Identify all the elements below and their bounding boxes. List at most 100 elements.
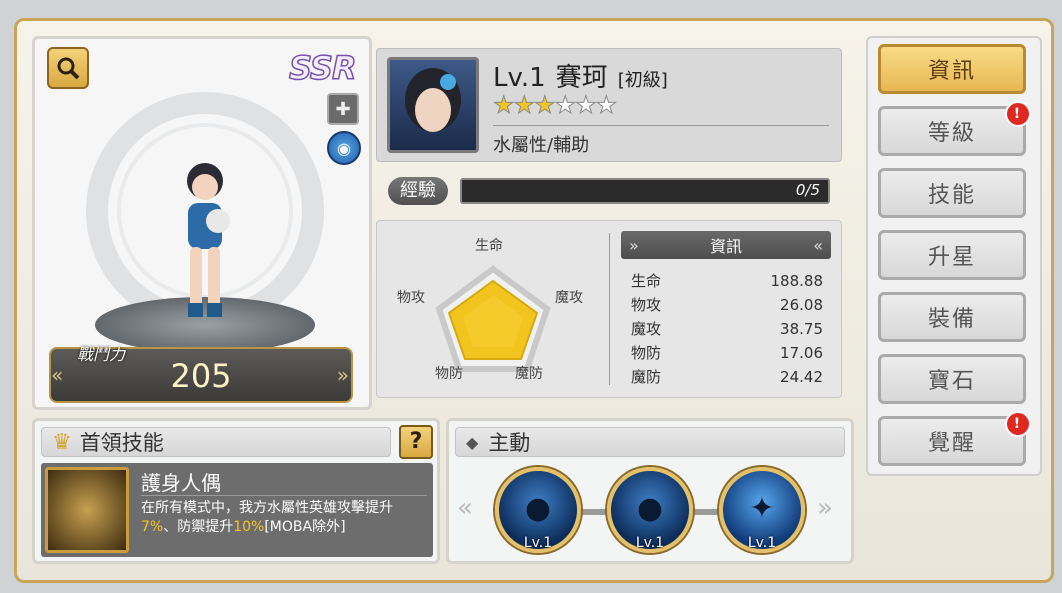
stats-list: 生命 188.88 物攻 26.08 魔攻 38.75 物防 17.06 魔防 24.42 bbox=[631, 269, 823, 389]
chevron-left-double-icon: « bbox=[813, 235, 823, 255]
leader-skill-pct-def: 10% bbox=[233, 519, 265, 535]
menu-button-label: 升星 bbox=[927, 245, 976, 270]
chevron-right-icon: » bbox=[336, 363, 349, 387]
menu-button-4[interactable]: 裝備 bbox=[878, 292, 1026, 342]
stat-value: 17.06 bbox=[780, 344, 823, 362]
active-skill-3-level: Lv.1 bbox=[747, 535, 777, 551]
radar-label-pdef: 物防 bbox=[435, 366, 463, 382]
stat-row: 物防 17.06 bbox=[631, 341, 823, 365]
stats-title: 資訊 bbox=[709, 237, 742, 256]
magnifier-icon bbox=[57, 57, 80, 80]
star-empty-icon: ★ bbox=[595, 91, 617, 119]
combat-power-bar: 戰鬥力 « 205 » bbox=[49, 345, 353, 403]
active-skill-panel: ◆ 主動 « ● Lv.1 ● Lv.1 ✦ Lv.1 » bbox=[446, 418, 854, 564]
stat-row: 生命 188.88 bbox=[631, 269, 823, 293]
stats-divider bbox=[609, 233, 610, 385]
stats-box: 生命 物攻 魔攻 物防 魔防 » 資訊 « 生命 188.88 物攻 26.08 魔攻 3… bbox=[376, 220, 842, 398]
zoom-button[interactable] bbox=[47, 47, 89, 89]
leader-skill-title: 首領技能 bbox=[79, 431, 164, 455]
star-filled-icon: ★ bbox=[513, 91, 535, 119]
hero-face-image bbox=[405, 68, 461, 132]
hero-attribute: 水屬性/輔助 bbox=[493, 135, 590, 156]
skill-scroll-left-icon[interactable]: « bbox=[457, 493, 473, 523]
leader-skill-panel: ♛ 首領技能 ? 護身人偶 在所有模式中，我方水屬性英雄攻擊提升 7%、防禦提升1… bbox=[32, 418, 440, 564]
radar-label-matk: 魔攻 bbox=[555, 290, 583, 306]
stat-value: 38.75 bbox=[780, 320, 823, 338]
diamond-icon: ◆ bbox=[466, 432, 479, 452]
menu-button-5[interactable]: 寶石 bbox=[878, 354, 1026, 404]
menu-button-label: 資訊 bbox=[927, 59, 976, 84]
star-rating: ★★★★★★ bbox=[493, 91, 618, 119]
active-skill-title: 主動 bbox=[488, 431, 531, 455]
active-skill-1-level: Lv.1 bbox=[523, 535, 553, 551]
sparkle-cat-icon: ✦ bbox=[749, 491, 775, 526]
leader-skill-pct-atk: 7% bbox=[141, 519, 164, 535]
stats-title-bar: » 資訊 « bbox=[621, 231, 831, 259]
active-skill-1[interactable]: ● Lv.1 bbox=[495, 467, 581, 553]
hero-level: Lv.1 bbox=[493, 63, 546, 93]
leader-skill-content: 護身人偶 在所有模式中，我方水屬性英雄攻擊提升 7%、防禦提升10%[MOBA除外… bbox=[41, 463, 433, 557]
active-skill-2-level: Lv.1 bbox=[635, 535, 665, 551]
water-element-icon: ◉ bbox=[327, 131, 361, 165]
leader-skill-name-underline bbox=[141, 495, 427, 496]
stat-row: 魔防 24.42 bbox=[631, 365, 823, 389]
hero-name: 賽珂 bbox=[555, 63, 608, 93]
leader-skill-icon[interactable] bbox=[45, 467, 129, 553]
stat-name: 魔攻 bbox=[631, 320, 662, 338]
menu-button-3[interactable]: 升星 bbox=[878, 230, 1026, 280]
active-skill-2[interactable]: ● Lv.1 bbox=[607, 467, 693, 553]
stat-name: 魔防 bbox=[631, 368, 662, 386]
exp-label: 經驗 bbox=[388, 177, 448, 205]
menu-button-6[interactable]: 覺醒! bbox=[878, 411, 1031, 466]
alert-badge-icon: ! bbox=[1005, 411, 1031, 437]
star-filled-icon: ★ bbox=[534, 91, 556, 119]
radar-label-mdef: 魔防 bbox=[515, 366, 543, 382]
menu-button-2[interactable]: 技能 bbox=[878, 168, 1026, 218]
menu-button-label: 裝備 bbox=[927, 307, 976, 332]
hero-grade: [初級] bbox=[617, 70, 668, 91]
cat-spirit-icon: ● bbox=[524, 491, 552, 526]
stat-value: 24.42 bbox=[780, 368, 823, 386]
leader-skill-header: ♛ 首領技能 bbox=[41, 427, 391, 457]
stat-name: 物防 bbox=[631, 344, 662, 362]
star-empty-icon: ★ bbox=[575, 91, 597, 119]
crown-icon: ♛ bbox=[52, 429, 72, 455]
exp-value: 0/5 bbox=[795, 181, 820, 199]
hero-header-card: Lv.1 賽珂 [初級] ★★★★★★ 水屬性/輔助 bbox=[376, 48, 842, 162]
exp-bar: 0/5 bbox=[460, 178, 830, 204]
radar-label-hp: 生命 bbox=[475, 238, 503, 254]
menu-button-label: 覺醒 bbox=[927, 431, 976, 456]
menu-button-0[interactable]: 資訊 bbox=[878, 44, 1026, 94]
stat-row: 魔攻 38.75 bbox=[631, 317, 823, 341]
menu-button-label: 寶石 bbox=[927, 369, 976, 394]
chevron-right-double-icon: » bbox=[629, 235, 639, 255]
stat-value: 26.08 bbox=[780, 296, 823, 314]
hero-character-figure[interactable] bbox=[160, 153, 250, 333]
hero-display-panel: SSR ✚ ◉ 戰鬥力 « 205 » bbox=[32, 36, 372, 410]
alert-badge-icon: ! bbox=[1005, 101, 1031, 127]
leader-skill-name: 護身人偶 bbox=[141, 471, 221, 495]
help-button[interactable]: ? bbox=[399, 425, 433, 459]
stat-row: 物攻 26.08 bbox=[631, 293, 823, 317]
menu-button-label: 等級 bbox=[927, 121, 976, 146]
menu-button-label: 技能 bbox=[927, 183, 976, 208]
radar-label-patk: 物攻 bbox=[397, 290, 425, 306]
stat-name: 物攻 bbox=[631, 296, 662, 314]
skill-scroll-right-icon[interactable]: » bbox=[817, 493, 833, 523]
class-icon: ✚ bbox=[327, 93, 359, 125]
stat-value: 188.88 bbox=[770, 272, 824, 290]
header-divider bbox=[493, 125, 829, 126]
leader-skill-desc-part3: [MOBA除外] bbox=[264, 519, 346, 535]
leader-skill-description: 在所有模式中，我方水屬性英雄攻擊提升 7%、防禦提升10%[MOBA除外] bbox=[141, 499, 429, 537]
menu-button-1[interactable]: 等級! bbox=[878, 101, 1031, 156]
star-empty-icon: ★ bbox=[554, 91, 576, 119]
active-skill-header: ◆ 主動 bbox=[455, 427, 845, 457]
active-skill-3[interactable]: ✦ Lv.1 bbox=[719, 467, 805, 553]
leader-skill-desc-part2: 、防禦提升 bbox=[163, 519, 234, 535]
stat-name: 生命 bbox=[631, 272, 662, 290]
hero-portrait[interactable] bbox=[387, 57, 479, 153]
leader-skill-desc-part1: 在所有模式中，我方水屬性英雄攻擊提升 bbox=[141, 500, 393, 516]
combat-power-value: 205 bbox=[170, 357, 232, 395]
rarity-badge: SSR bbox=[288, 48, 357, 88]
bomb-icon: ● bbox=[636, 491, 664, 526]
